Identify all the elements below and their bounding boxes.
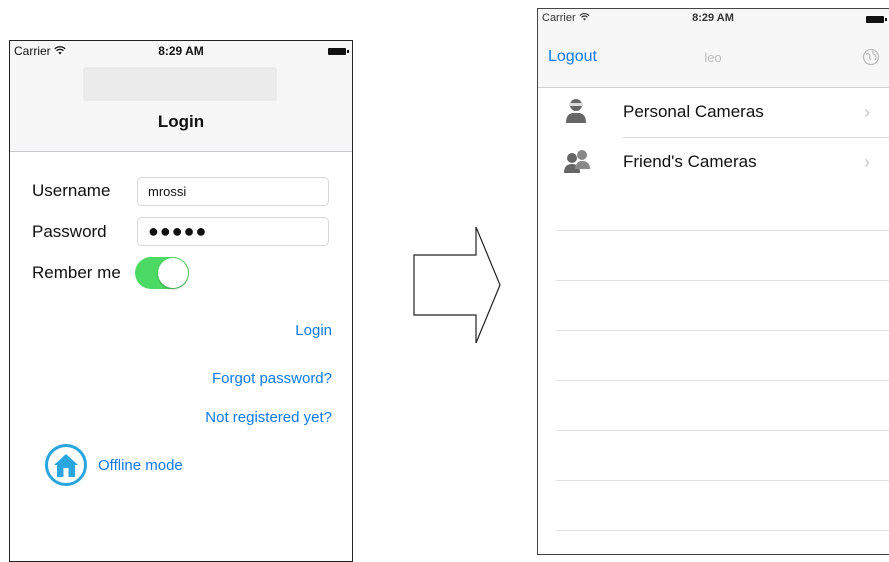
empty-row-divider	[556, 230, 889, 231]
chevron-right-icon: ›	[864, 152, 870, 172]
user-title: leo	[704, 50, 722, 65]
personal-cameras-label: Personal Cameras	[623, 102, 764, 121]
empty-row-divider	[556, 530, 889, 531]
status-time: 8:29 AM	[158, 44, 204, 58]
status-time: 8:29 AM	[692, 12, 734, 24]
status-bar: Carrier 8:29 AM	[538, 9, 889, 29]
empty-row-divider	[556, 280, 889, 281]
friends-cameras-row[interactable]: Friend's Cameras ›	[538, 138, 889, 188]
empty-row-divider	[556, 430, 889, 431]
password-field[interactable]: ●●●●●	[137, 217, 329, 246]
page-title: Login	[157, 112, 205, 131]
people-icon	[562, 147, 592, 180]
transition-arrow-icon	[413, 226, 501, 344]
forgot-password-link[interactable]: Forgot password?	[212, 370, 332, 387]
username-label: Username	[32, 181, 111, 200]
login-navbar: Carrier 8:29 AM Login	[10, 41, 352, 152]
home-icon	[45, 444, 87, 486]
personal-cameras-row[interactable]: Personal Cameras ›	[538, 88, 889, 138]
globe-icon[interactable]	[862, 48, 880, 71]
cameras-navbar: Logout leo	[538, 29, 889, 88]
battery-icon	[328, 48, 349, 55]
register-link[interactable]: Not registered yet?	[205, 409, 332, 426]
login-screen: Carrier 8:29 AM Login Username mrossi Pa…	[9, 40, 353, 562]
empty-row-divider	[556, 330, 889, 331]
login-link[interactable]: Login	[295, 322, 332, 339]
remember-toggle[interactable]	[135, 257, 189, 289]
chevron-right-icon: ›	[864, 102, 870, 122]
password-label: Password	[32, 222, 107, 241]
friends-cameras-label: Friend's Cameras	[623, 152, 757, 171]
empty-row-divider	[556, 480, 889, 481]
offline-mode-label: Offline mode	[98, 457, 183, 474]
empty-row-divider	[556, 380, 889, 381]
toggle-knob	[158, 258, 188, 288]
cameras-screen: Carrier 8:29 AM Logout leo Personal Came…	[537, 8, 889, 555]
person-icon	[562, 97, 590, 130]
status-bar: Carrier 8:29 AM	[10, 41, 352, 61]
header-placeholder	[83, 67, 277, 101]
remember-label: Rember me	[32, 263, 121, 282]
username-field[interactable]: mrossi	[137, 177, 329, 206]
battery-icon	[866, 16, 887, 23]
